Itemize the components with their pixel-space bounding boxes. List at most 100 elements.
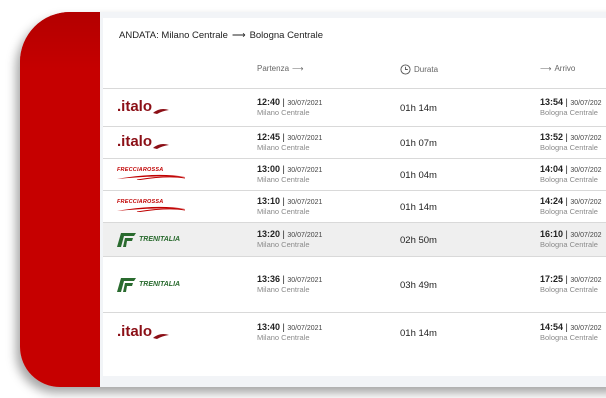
arrow-right-icon: ⟶ xyxy=(292,64,304,73)
route-destination-label: Bologna Centrale xyxy=(249,30,323,41)
trenitalia-logo: TRENITALIA xyxy=(117,231,180,247)
train-row[interactable]: TRENITALIA 13:20 | 30/07/2021 Milano Centr… xyxy=(103,222,606,257)
departure-cell: 13:10 | 30/07/2021 Milano Centrale xyxy=(257,196,323,216)
arrival-date: 30/07/202 xyxy=(570,135,602,142)
arrival-date: 30/07/202 xyxy=(570,100,602,107)
arrival-station: Bologna Centrale xyxy=(540,207,598,216)
departure-time: 13:00 xyxy=(257,164,281,174)
departure-date: 30/07/2021 xyxy=(287,199,323,206)
arrival-time: 17:25 xyxy=(540,274,564,284)
departure-station: Milano Centrale xyxy=(257,207,310,216)
duration-cell: 01h 07m xyxy=(400,138,437,149)
departure-station: Milano Centrale xyxy=(257,108,310,117)
frecciarossa-logo: FRECCIAROSSA xyxy=(117,167,185,180)
departure-cell: 12:40 | 30/07/2021 Milano Centrale xyxy=(257,97,323,117)
column-header-arrival[interactable]: ⟶ Arrivo xyxy=(540,64,575,73)
arrival-cell: 14:24 | 30/07/202 Bologna Centrale xyxy=(540,196,602,216)
departure-time: 13:20 xyxy=(257,229,281,239)
duration-cell: 02h 50m xyxy=(400,235,437,246)
italo-hare-icon xyxy=(153,109,170,114)
arrival-station: Bologna Centrale xyxy=(540,143,598,152)
trenitalia-emblem-icon xyxy=(117,233,136,247)
departure-time: 13:10 xyxy=(257,196,281,206)
arrival-time: 14:54 xyxy=(540,322,564,332)
train-row[interactable]: TRENITALIA 13:36 | 30/07/2021 Milano Centr… xyxy=(103,256,606,313)
logo-text: .italo xyxy=(117,133,153,150)
arrow-right-icon: ⟶ xyxy=(540,64,552,73)
frecciarossa-swoosh-icon xyxy=(117,206,185,212)
duration-cell: 01h 14m xyxy=(400,328,437,339)
column-header-departure[interactable]: Partenza ⟶ xyxy=(257,64,304,73)
arrival-cell: 17:25 | 30/07/202 Bologna Centrale xyxy=(540,274,602,294)
logo-text: .italo xyxy=(117,323,153,340)
arrival-cell: 14:04 | 30/07/202 Bologna Centrale xyxy=(540,164,602,184)
train-row[interactable]: .italo 13:40 | 30/07/2021 Milano Centrale 0… xyxy=(103,312,606,353)
departure-cell: 12:45 | 30/07/2021 Milano Centrale xyxy=(257,132,323,152)
arrival-date: 30/07/202 xyxy=(570,325,602,332)
arrival-time: 16:10 xyxy=(540,229,564,239)
logo-text: TRENITALIA xyxy=(139,235,181,243)
departure-time: 13:36 xyxy=(257,274,281,284)
italo-logo: .italo xyxy=(117,323,170,340)
italo-hare-icon xyxy=(153,334,170,339)
departure-cell: 13:00 | 30/07/2021 Milano Centrale xyxy=(257,164,323,184)
arrival-cell: 13:52 | 30/07/202 Bologna Centrale xyxy=(540,132,602,152)
train-row[interactable]: FRECCIAROSSA 13:00 | 30/07/2021 Milano Cen… xyxy=(103,158,606,191)
arrival-cell: 16:10 | 30/07/202 Bologna Centrale xyxy=(540,229,602,249)
departure-date: 30/07/2021 xyxy=(287,277,323,284)
duration-cell: 01h 14m xyxy=(400,103,437,114)
trenitalia-emblem-icon xyxy=(117,278,136,292)
arrival-date: 30/07/202 xyxy=(570,167,602,174)
results-panel: ANDATA: Milano Centrale ⟶ Bologna Centrale… xyxy=(103,18,606,376)
arrival-time: 14:04 xyxy=(540,164,564,174)
departure-cell: 13:36 | 30/07/2021 Milano Centrale xyxy=(257,274,323,294)
route-origin-label: ANDATA: Milano Centrale xyxy=(119,30,228,41)
departure-date: 30/07/2021 xyxy=(287,325,323,332)
route-header: ANDATA: Milano Centrale ⟶ Bologna Centrale xyxy=(119,30,323,41)
frecciarossa-logo: FRECCIAROSSA xyxy=(117,199,185,212)
arrival-date: 30/07/202 xyxy=(570,199,602,206)
duration-header-label: Durata xyxy=(414,65,439,74)
departure-date: 30/07/2021 xyxy=(287,100,323,107)
frecciarossa-swoosh-icon xyxy=(117,174,185,180)
arrival-header-label: Arrivo xyxy=(554,64,576,73)
arrival-cell: 13:54 | 30/07/202 Bologna Centrale xyxy=(540,97,602,117)
departure-station: Milano Centrale xyxy=(257,333,310,342)
trenitalia-logo: TRENITALIA xyxy=(117,276,180,292)
logo-text: TRENITALIA xyxy=(139,280,181,288)
arrival-cell: 14:54 | 30/07/202 Bologna Centrale xyxy=(540,322,602,342)
train-row[interactable]: FRECCIAROSSA 13:10 | 30/07/2021 Milano Cen… xyxy=(103,190,606,223)
departure-station: Milano Centrale xyxy=(257,285,310,294)
italo-hare-icon xyxy=(153,144,170,149)
train-row[interactable]: .italo 12:45 | 30/07/2021 Milano Centrale 0… xyxy=(103,126,606,159)
departure-time: 12:40 xyxy=(257,97,281,107)
duration-cell: 01h 14m xyxy=(400,202,437,213)
arrival-time: 13:52 xyxy=(540,132,564,142)
departure-station: Milano Centrale xyxy=(257,240,310,249)
departure-station: Milano Centrale xyxy=(257,175,310,184)
route-arrow-icon: ⟶ xyxy=(231,30,246,41)
clock-icon xyxy=(400,64,411,75)
departure-station: Milano Centrale xyxy=(257,143,310,152)
departure-time: 13:40 xyxy=(257,322,281,332)
departure-date: 30/07/2021 xyxy=(287,135,323,142)
arrival-date: 30/07/202 xyxy=(570,277,602,284)
arrival-date: 30/07/202 xyxy=(570,232,602,239)
column-header-duration[interactable]: Durata xyxy=(400,64,438,75)
duration-cell: 01h 04m xyxy=(400,170,437,181)
arrival-station: Bologna Centrale xyxy=(540,285,598,294)
italo-logo: .italo xyxy=(117,133,170,150)
arrival-station: Bologna Centrale xyxy=(540,240,598,249)
brand-sidebar xyxy=(20,12,100,387)
departure-date: 30/07/2021 xyxy=(287,232,323,239)
departure-time: 12:45 xyxy=(257,132,281,142)
arrival-time: 14:24 xyxy=(540,196,564,206)
arrival-station: Bologna Centrale xyxy=(540,333,598,342)
train-row[interactable]: .italo 12:40 | 30/07/2021 Milano Centrale 0… xyxy=(103,88,606,127)
departure-cell: 13:20 | 30/07/2021 Milano Centrale xyxy=(257,229,323,249)
departure-cell: 13:40 | 30/07/2021 Milano Centrale xyxy=(257,322,323,342)
arrival-station: Bologna Centrale xyxy=(540,108,598,117)
arrival-time: 13:54 xyxy=(540,97,564,107)
duration-cell: 03h 49m xyxy=(400,280,437,291)
departure-date: 30/07/2021 xyxy=(287,167,323,174)
